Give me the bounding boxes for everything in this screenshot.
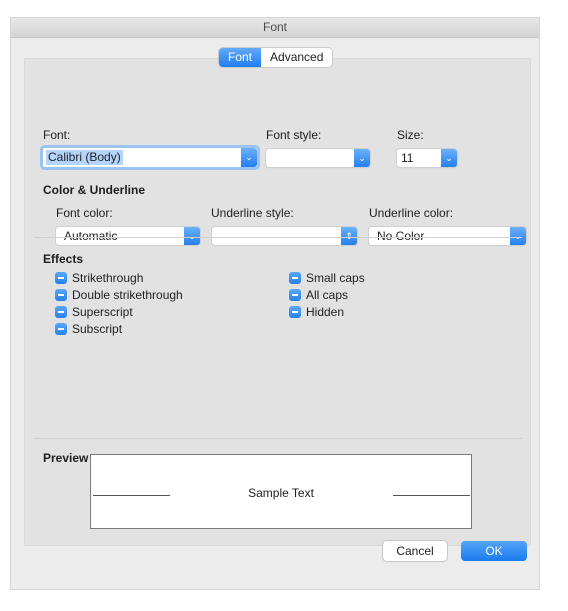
minus-checkbox-icon[interactable] [55, 272, 67, 284]
minus-checkbox-icon[interactable] [289, 289, 301, 301]
tab-font[interactable]: Font [219, 48, 262, 67]
underline-style-popup[interactable]: ⇕ [212, 227, 357, 245]
all-caps-label: All caps [306, 288, 349, 302]
underline-color-label: Underline color: [369, 206, 454, 220]
all-caps-checkbox[interactable]: All caps [289, 288, 348, 302]
color-underline-heading: Color & Underline [43, 183, 146, 197]
minus-checkbox-icon[interactable] [55, 306, 67, 318]
preview-heading: Preview [43, 451, 89, 465]
font-color-value: Automatic [64, 229, 118, 243]
preview-box: Sample Text [90, 454, 472, 529]
font-input[interactable]: Calibri (Body) [46, 150, 123, 165]
font-combobox[interactable]: Calibri (Body) ⌄ [43, 148, 257, 167]
minus-checkbox-icon[interactable] [55, 289, 67, 301]
ok-button[interactable]: OK [461, 541, 527, 561]
subscript-checkbox[interactable]: Subscript [55, 322, 122, 336]
preview-baseline-right [393, 495, 470, 496]
hidden-checkbox[interactable]: Hidden [289, 305, 344, 319]
tab-bar: Font Advanced [219, 48, 333, 67]
window-title: Font [11, 18, 539, 38]
underline-color-value: No Color [377, 229, 425, 243]
font-panel: Font: Font style: Size: Calibri (Body) ⌄… [24, 58, 531, 546]
font-style-popup[interactable]: ⌄ [266, 149, 370, 167]
font-dialog: Font Font Advanced Font: Font style: Siz… [10, 17, 540, 590]
tab-advanced[interactable]: Advanced [261, 48, 333, 67]
font-color-popup[interactable]: Automatic ⌄ [56, 227, 200, 245]
divider [34, 237, 522, 238]
underline-color-popup[interactable]: No Color ⌄ [369, 227, 526, 245]
superscript-label: Superscript [72, 305, 133, 319]
strikethrough-checkbox[interactable]: Strikethrough [55, 271, 143, 285]
chevron-down-icon: ⌄ [510, 227, 526, 245]
divider [34, 438, 522, 439]
cancel-button[interactable]: Cancel [383, 541, 447, 561]
underline-style-label: Underline style: [211, 206, 294, 220]
size-label: Size: [397, 128, 424, 142]
chevron-down-icon: ⌄ [184, 227, 200, 245]
superscript-checkbox[interactable]: Superscript [55, 305, 133, 319]
subscript-label: Subscript [72, 322, 123, 336]
preview-sample-text: Sample Text [248, 486, 314, 500]
effects-heading: Effects [43, 252, 84, 266]
font-label: Font: [43, 128, 71, 142]
double-strikethrough-checkbox[interactable]: Double strikethrough [55, 288, 183, 302]
font-style-label: Font style: [266, 128, 322, 142]
chevron-down-icon[interactable]: ⌄ [241, 148, 257, 167]
minus-checkbox-icon[interactable] [289, 306, 301, 318]
font-color-label: Font color: [56, 206, 113, 220]
size-input[interactable]: 11 [401, 149, 413, 167]
up-down-chevron-icon: ⇕ [341, 227, 357, 245]
chevron-down-icon: ⌄ [354, 149, 370, 167]
minus-checkbox-icon[interactable] [55, 323, 67, 335]
chevron-down-icon[interactable]: ⌄ [441, 149, 457, 167]
double-strikethrough-label: Double strikethrough [72, 288, 183, 302]
small-caps-label: Small caps [306, 271, 365, 285]
size-combobox[interactable]: 11 ⌄ [397, 149, 457, 167]
hidden-label: Hidden [306, 305, 345, 319]
strikethrough-label: Strikethrough [72, 271, 144, 285]
minus-checkbox-icon[interactable] [289, 272, 301, 284]
small-caps-checkbox[interactable]: Small caps [289, 271, 365, 285]
